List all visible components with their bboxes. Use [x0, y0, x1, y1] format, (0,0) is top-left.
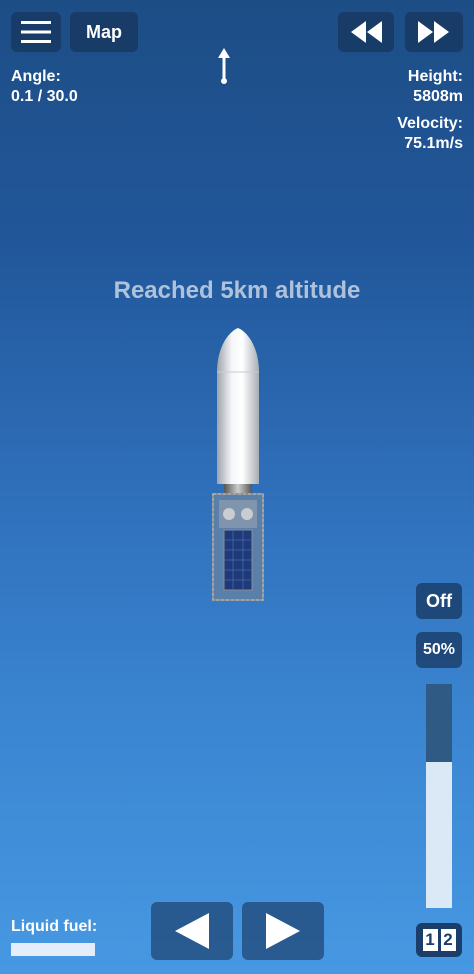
velocity-label: Velocity:	[397, 115, 463, 132]
throttle-percent-badge: 50%	[416, 632, 462, 668]
rotate-left-button[interactable]	[151, 902, 233, 960]
fast-forward-icon	[418, 21, 449, 43]
velocity-value: 75.1m/s	[404, 135, 463, 152]
engine-toggle-label: Off	[426, 590, 452, 611]
rewind-icon	[351, 21, 382, 43]
angle-value: 0.1 / 30.0	[11, 88, 78, 105]
rocket-nose-cone	[217, 328, 259, 372]
rewind-button[interactable]	[338, 12, 394, 52]
engine-toggle-button[interactable]: Off	[416, 583, 462, 619]
throttle-slider-fill	[426, 684, 452, 762]
menu-button[interactable]	[11, 12, 61, 52]
fuel-gauge	[11, 943, 95, 956]
map-button[interactable]: Map	[70, 12, 138, 52]
stage-2-button[interactable]: 2	[440, 929, 456, 951]
height-label: Height:	[407, 68, 463, 85]
rotate-right-button[interactable]	[242, 902, 324, 960]
height-value: 5808m	[413, 88, 463, 105]
map-button-label: Map	[86, 21, 122, 42]
throttle-percent-label: 50%	[422, 641, 456, 658]
throttle-slider[interactable]	[426, 684, 452, 908]
fast-forward-button[interactable]	[405, 12, 463, 52]
rocket-fuel-tank	[217, 372, 259, 484]
rocket-engine	[224, 484, 252, 494]
angle-label: Angle:	[11, 68, 61, 85]
fuel-label: Liquid fuel:	[11, 918, 98, 935]
rocket[interactable]	[206, 328, 270, 602]
status-message: Reached 5km altitude	[113, 277, 361, 304]
stage-selector[interactable]: 1 2	[416, 923, 462, 957]
stage-1-button[interactable]: 1	[422, 929, 438, 951]
heading-arrow-icon	[218, 48, 230, 84]
rotate-right-arrow-icon	[266, 913, 300, 949]
rotate-left-arrow-icon	[175, 913, 209, 949]
hamburger-menu-icon	[21, 21, 51, 43]
